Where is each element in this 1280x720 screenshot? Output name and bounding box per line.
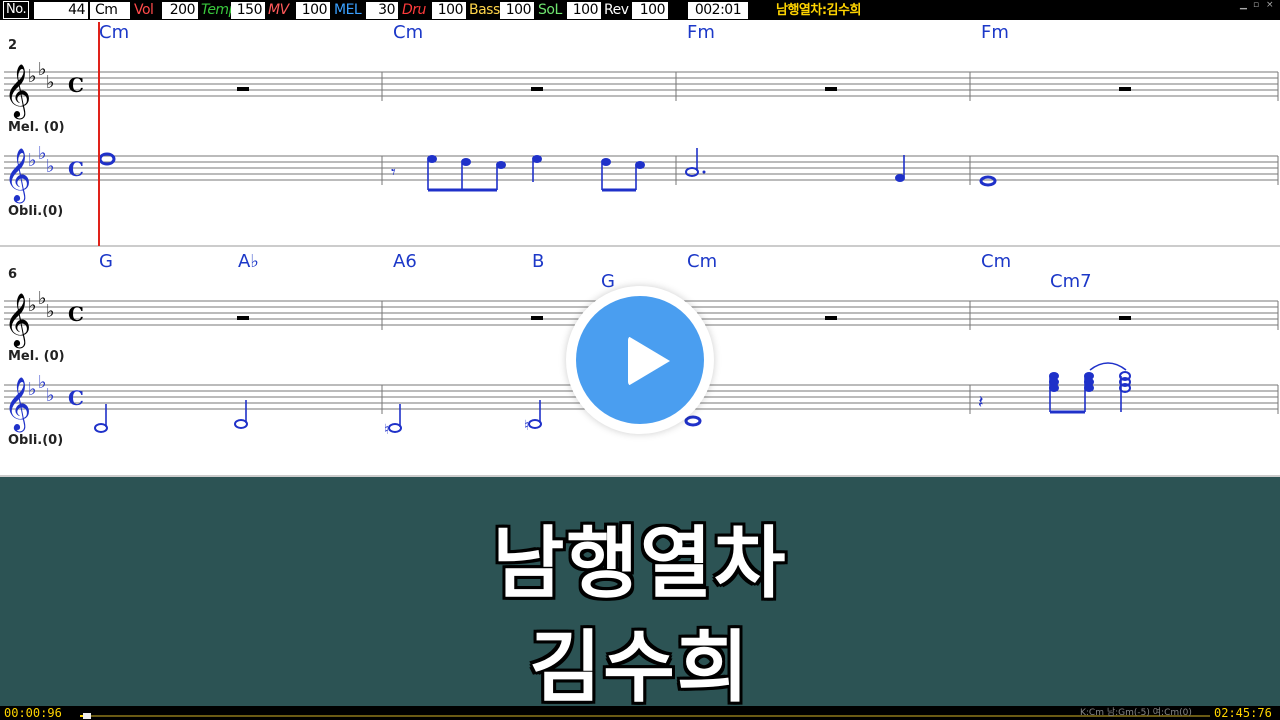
- temp-value[interactable]: 150: [231, 2, 265, 19]
- mv-label: MV: [268, 2, 289, 18]
- flat-icon: ♭: [28, 150, 37, 171]
- play-button-circle: [576, 296, 704, 424]
- chord-label: Cm: [99, 22, 129, 43]
- chord-label: Cm: [687, 251, 717, 272]
- time-signature: C: [68, 386, 84, 410]
- obligato-staff: 𝄞 ♭ ♭ ♭ C 𝄾: [4, 143, 1279, 203]
- flat-icon: ♭: [46, 385, 55, 406]
- melody-staff: 𝄞 ♭ ♭ ♭ C: [4, 59, 1279, 119]
- whole-rest: [531, 316, 543, 320]
- chord-label: Cm: [393, 22, 423, 43]
- flat-icon: ♭: [46, 72, 55, 93]
- lyrics-panel: 남행열차 김수희: [0, 477, 1280, 713]
- lyric-artist: 김수희: [529, 623, 751, 713]
- bass-label: Bass: [469, 2, 500, 18]
- top-status-bar: No. 44 Cm Vol 200 Temp 150 MV 100 MEL 30…: [0, 0, 1280, 20]
- flat-icon: ♭: [28, 379, 37, 400]
- whole-rest: [825, 316, 837, 320]
- track-label-melody: Mel. (0): [8, 349, 65, 364]
- whole-rest: [1119, 316, 1131, 320]
- time-signature: C: [68, 73, 84, 97]
- flat-icon: ♭: [46, 301, 55, 322]
- elapsed-time: 00:00:96: [4, 706, 62, 720]
- clock-display: 002:01: [688, 2, 748, 19]
- sol-value[interactable]: 100: [567, 2, 601, 19]
- number-label: No.: [3, 1, 30, 19]
- mel-value[interactable]: 30: [366, 2, 398, 19]
- dru-label: Dru: [402, 2, 426, 18]
- progress-handle[interactable]: [82, 713, 91, 719]
- whole-note: [684, 415, 702, 427]
- natural-icon: ♮: [524, 418, 529, 434]
- track-label-obligato: Obli.(0): [8, 433, 63, 448]
- chord-label: B: [532, 251, 544, 272]
- flat-icon: ♭: [28, 66, 37, 87]
- key-info: K:Cm 남:Gm(-5) 여:Cm(0): [1080, 708, 1192, 718]
- time-signature: C: [68, 302, 84, 326]
- key-value: Cm: [90, 2, 130, 19]
- measure-number: 2: [8, 38, 17, 53]
- whole-rest: [237, 87, 249, 91]
- maximize-icon[interactable]: ▫: [1253, 0, 1259, 10]
- song-number: 44: [34, 2, 88, 19]
- progress-bar[interactable]: [80, 713, 1210, 719]
- whole-note: [98, 152, 116, 166]
- chord-label: Cm: [981, 251, 1011, 272]
- flat-icon: ♭: [46, 156, 55, 177]
- time-signature: C: [68, 157, 84, 181]
- dru-value[interactable]: 100: [432, 2, 466, 19]
- track-label-obligato: Obli.(0): [8, 204, 63, 219]
- track-label-melody: Mel. (0): [8, 120, 65, 135]
- whole-rest: [1119, 87, 1131, 91]
- whole-rest: [237, 316, 249, 320]
- whole-note: [979, 175, 997, 187]
- quarter-rest: 𝄽: [978, 392, 984, 413]
- lyric-title: 남행열차: [492, 519, 788, 609]
- chord-label: Cm7: [1050, 271, 1092, 292]
- total-time: 02:45:76: [1214, 706, 1272, 720]
- tie-icon: [1089, 362, 1127, 371]
- chord-label: G: [99, 251, 113, 272]
- whole-rest: [825, 87, 837, 91]
- natural-icon: ♮: [384, 422, 389, 438]
- play-button[interactable]: [566, 286, 714, 434]
- sol-label: SoL: [538, 2, 562, 18]
- chord-label: A6: [393, 251, 417, 272]
- close-icon[interactable]: ×: [1266, 0, 1274, 10]
- minimize-icon[interactable]: ▁: [1240, 0, 1247, 10]
- mel-label: MEL: [334, 2, 362, 18]
- eighth-rest: 𝄾: [391, 162, 396, 183]
- vol-label: Vol: [134, 2, 154, 18]
- flat-icon: ♭: [28, 295, 37, 316]
- playback-bar: 00:00:96 K:Cm 남:Gm(-5) 여:Cm(0) 02:45:76: [0, 706, 1280, 720]
- rev-label: Rev: [604, 2, 629, 18]
- chord-label: A♭: [238, 251, 259, 272]
- chord-label: G: [601, 271, 615, 292]
- song-title: 남행열차:김수희: [776, 3, 861, 18]
- play-icon: [628, 336, 670, 386]
- bass-value[interactable]: 100: [500, 2, 534, 19]
- vol-value[interactable]: 200: [162, 2, 198, 19]
- chord-label: Fm: [981, 22, 1009, 43]
- whole-rest: [531, 87, 543, 91]
- mv-value[interactable]: 100: [296, 2, 330, 19]
- measure-number: 6: [8, 267, 17, 282]
- chord-label: Fm: [687, 22, 715, 43]
- rev-value[interactable]: 100: [632, 2, 668, 19]
